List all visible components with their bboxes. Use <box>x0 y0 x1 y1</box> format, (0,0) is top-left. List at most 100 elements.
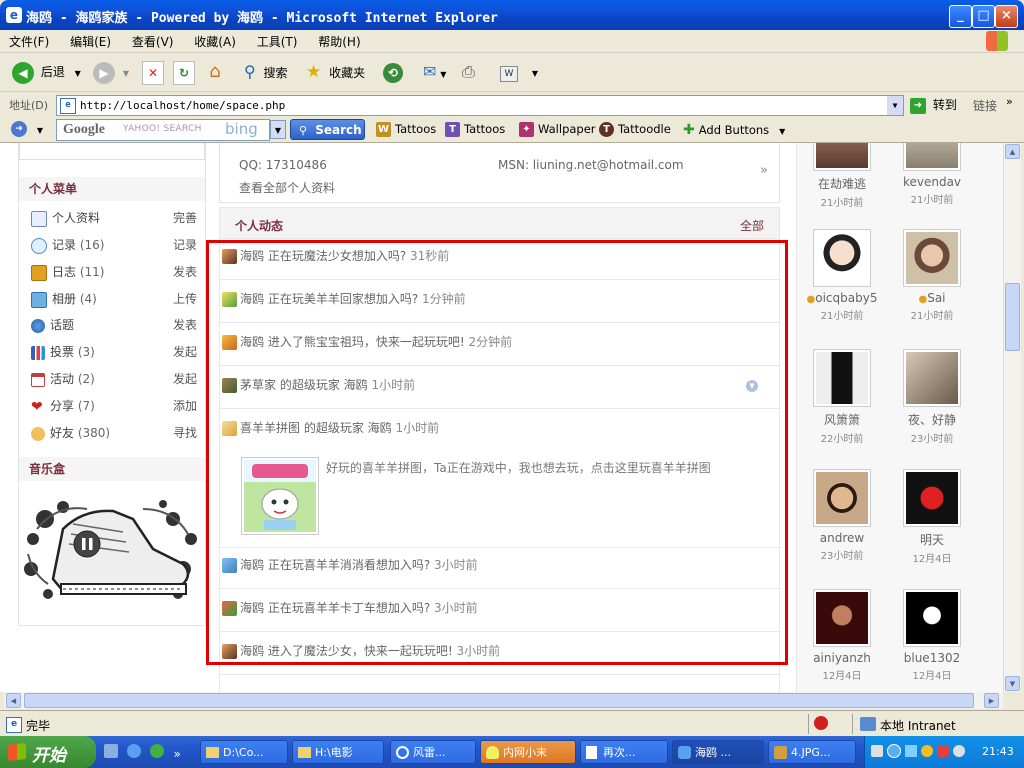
tattoos-button-2[interactable]: T Tattoos <box>445 122 505 137</box>
sidebar-action-album[interactable]: 上传 <box>173 290 197 307</box>
scroll-h-thumb[interactable] <box>24 693 974 708</box>
quick-launch-more-icon[interactable]: » <box>173 747 180 761</box>
scroll-up-button[interactable]: ▲ <box>1005 144 1020 159</box>
scroll-left-button[interactable]: ◀ <box>6 693 21 708</box>
add-buttons-button[interactable]: ✚ Add Buttons ▼ <box>683 122 785 138</box>
forward-dropdown-icon[interactable]: ▼ <box>123 69 129 78</box>
task-haiou-ie[interactable]: 海鸥 ... <box>672 740 764 764</box>
friend-card[interactable]: blue1302 12月4日 <box>887 589 977 682</box>
sidebar-action-friends[interactable]: 寻找 <box>173 424 197 441</box>
sidebar-item-blog[interactable]: 日志 (11) 发表 <box>31 263 197 281</box>
mail-button[interactable]: ✉ ▼ <box>423 61 446 83</box>
task-folder-co[interactable]: D:\Co... <box>200 740 288 764</box>
favorites-button[interactable]: ★ 收藏夹 <box>306 61 365 83</box>
sidebar-action-profile[interactable]: 完善 <box>173 209 197 226</box>
friend-avatar[interactable] <box>903 469 961 527</box>
menu-favorites[interactable]: 收藏(A) <box>185 30 244 50</box>
scroll-thumb[interactable] <box>1005 283 1020 351</box>
tray-keyboard-icon[interactable] <box>871 745 883 757</box>
address-input[interactable]: e http://localhost/home/space.php ▼ <box>56 95 904 116</box>
friend-card[interactable]: 夜、好静 23小时前 <box>887 349 977 445</box>
close-button[interactable]: × <box>995 5 1018 28</box>
tray-network-icon[interactable] <box>905 745 917 757</box>
friend-avatar[interactable] <box>813 589 871 647</box>
back-button[interactable]: ◀ 后退 ▼ <box>12 61 81 84</box>
friend-card[interactable]: ●Sai 21小时前 <box>887 229 977 322</box>
friend-avatar[interactable] <box>903 589 961 647</box>
address-dropdown-icon[interactable]: ▼ <box>887 96 903 115</box>
search-engine-box[interactable]: Google YAHOO! SEARCH bing <box>56 119 270 141</box>
tattoos-button-1[interactable]: W Tattoos <box>376 122 436 137</box>
profile-more-link[interactable]: » <box>760 163 768 178</box>
search-button[interactable]: ⚲ 搜索 <box>244 61 288 83</box>
task-folder-movies[interactable]: H:\电影 <box>292 740 384 764</box>
sidebar-item-topic[interactable]: 话题 发表 <box>31 316 197 333</box>
start-button[interactable]: 开始 <box>0 736 96 768</box>
task-fenglei[interactable]: 风雷... <box>390 740 476 764</box>
view-all-profile-link[interactable]: 查看全部个人资料 <box>239 179 335 196</box>
horizontal-scrollbar[interactable]: ◀ ▶ <box>4 692 1003 709</box>
toolbar-options[interactable]: ➜ ▼ <box>11 121 43 137</box>
sidebar-item-records[interactable]: 记录 (16) 记录 <box>31 236 197 254</box>
feed-all-link[interactable]: 全部 <box>740 217 764 234</box>
stop-button[interactable]: ✕ <box>142 61 164 85</box>
friend-avatar[interactable] <box>903 229 961 287</box>
links-chevron-icon[interactable]: » <box>1006 95 1013 108</box>
menu-tools[interactable]: 工具(T) <box>248 30 306 50</box>
friend-card[interactable]: 风箫箫 22小时前 <box>797 349 887 445</box>
go-button[interactable]: ➜ 转到 <box>910 96 957 114</box>
scroll-right-button[interactable]: ▶ <box>984 693 999 708</box>
wallpaper-button[interactable]: ✦ Wallpaper <box>519 122 596 137</box>
sidebar-action-records[interactable]: 记录 <box>173 236 197 253</box>
sidebar-item-poll[interactable]: 投票 (3) 发起 <box>31 343 197 360</box>
menu-file[interactable]: 文件(F) <box>0 30 57 50</box>
music-player[interactable] <box>23 499 201 609</box>
desktop-icon[interactable] <box>104 744 118 758</box>
friend-card[interactable]: 在劫难逃 21小时前 <box>797 143 887 209</box>
word-button[interactable]: W ▼ <box>500 61 538 83</box>
tattoodle-button[interactable]: T Tattoodle <box>599 122 671 137</box>
friend-avatar[interactable] <box>903 349 961 407</box>
back-dropdown-icon[interactable]: ▼ <box>75 69 81 78</box>
quick-launch-icon[interactable] <box>149 744 164 758</box>
task-intranet[interactable]: 内网小末 <box>480 740 576 764</box>
sidebar-action-topic[interactable]: 发表 <box>173 316 197 333</box>
clock[interactable]: 21:43 <box>982 745 1014 758</box>
sidebar-action-blog[interactable]: 发表 <box>173 263 197 280</box>
minimize-button[interactable]: _ <box>949 5 972 28</box>
friend-avatar[interactable] <box>813 229 871 287</box>
tray-security-icon[interactable] <box>953 745 965 757</box>
friend-card[interactable]: 明天 12月4日 <box>887 469 977 565</box>
sidebar-item-profile[interactable]: 个人资料 完善 <box>31 209 197 227</box>
sidebar-action-poll[interactable]: 发起 <box>173 343 197 360</box>
friend-card[interactable]: andrew 23小时前 <box>797 469 887 562</box>
friend-avatar[interactable] <box>903 143 961 171</box>
popup-blocked-icon[interactable] <box>814 716 828 730</box>
sidebar-item-event[interactable]: 活动 (2) 发起 <box>31 370 197 387</box>
sidebar-item-friends[interactable]: 好友 (380) 寻找 <box>31 424 197 441</box>
menu-edit[interactable]: 编辑(E) <box>61 30 119 50</box>
sidebar-action-event[interactable]: 发起 <box>173 370 197 387</box>
menu-help[interactable]: 帮助(H) <box>309 30 368 50</box>
task-image-viewer[interactable]: 4.JPG... <box>768 740 856 764</box>
friend-card[interactable]: ●oicqbaby5 21小时前 <box>797 229 887 322</box>
print-button[interactable]: ⎙ <box>462 61 475 83</box>
refresh-button[interactable]: ↻ <box>173 61 195 85</box>
maximize-button[interactable]: □ <box>972 5 995 28</box>
friend-avatar[interactable] <box>813 349 871 407</box>
google-search-button[interactable]: ⚲ Search <box>290 119 365 140</box>
ie-quick-icon[interactable] <box>126 744 141 758</box>
links-label[interactable]: 链接 <box>973 97 997 114</box>
tray-collapse-icon[interactable] <box>887 744 901 758</box>
sidebar-action-share[interactable]: 添加 <box>173 397 197 414</box>
friend-avatar[interactable] <box>813 469 871 527</box>
home-button[interactable]: ⌂ <box>203 61 227 83</box>
sidebar-item-share[interactable]: ❤ 分享 (7) 添加 <box>31 397 197 414</box>
sidebar-item-album[interactable]: 相册 (4) 上传 <box>31 290 197 308</box>
search-engine-dropdown-icon[interactable]: ▼ <box>270 120 286 139</box>
task-zaici[interactable]: 再次... <box>580 740 668 764</box>
forward-button[interactable]: ▶ ▼ <box>93 61 129 84</box>
tray-qq-icon[interactable] <box>921 745 933 757</box>
history-button[interactable]: ⟲ <box>383 61 403 83</box>
scroll-down-button[interactable]: ▼ <box>1005 676 1020 691</box>
